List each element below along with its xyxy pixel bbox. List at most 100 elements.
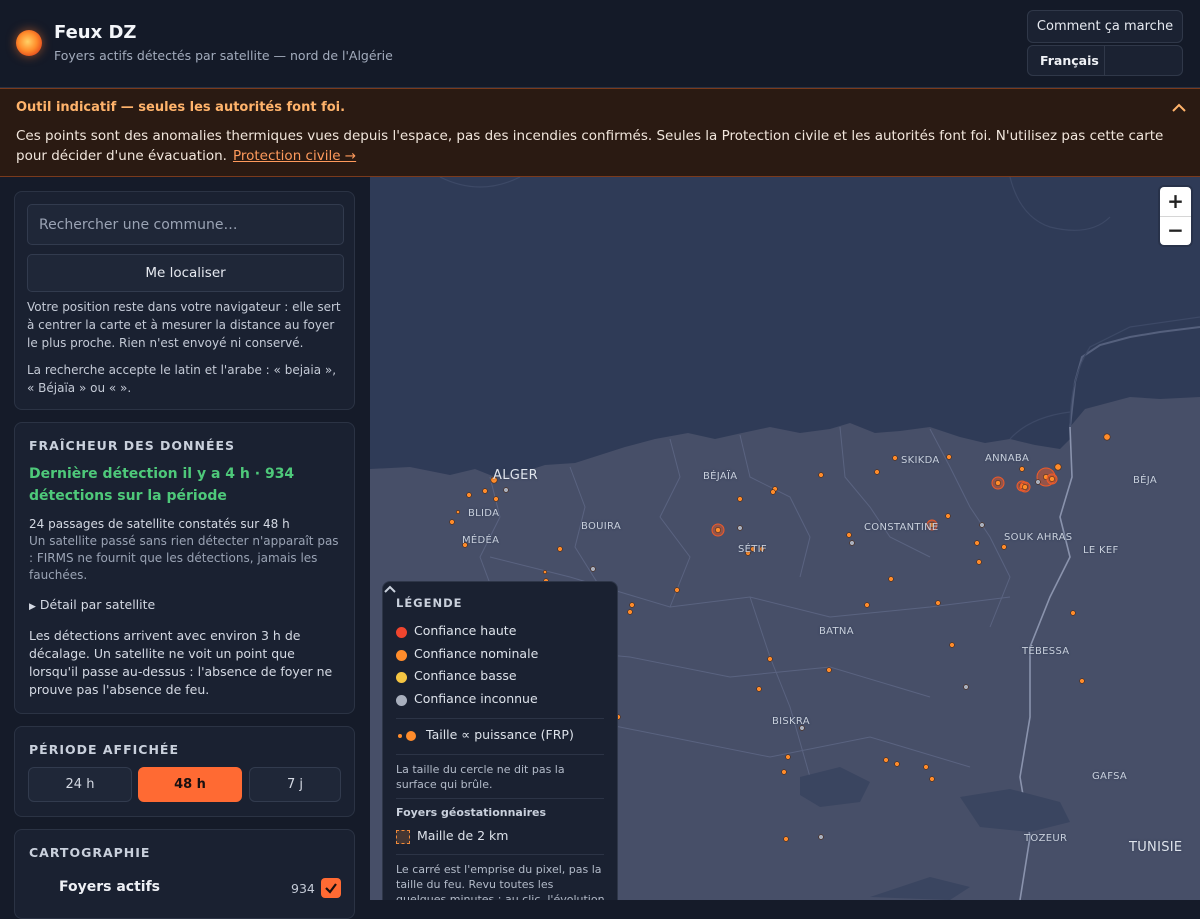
period-24h-button[interactable]: 24 h xyxy=(28,767,132,802)
unknown-confidence-dot-icon xyxy=(396,695,407,706)
app-header: Feux DZ Foyers actifs détectés par satel… xyxy=(0,0,1200,88)
civil-protection-link[interactable]: Protection civile → xyxy=(233,148,356,164)
fire-point[interactable] xyxy=(482,488,488,494)
fire-point[interactable] xyxy=(557,546,563,552)
fire-point[interactable] xyxy=(1070,610,1076,616)
language-select-label: Français xyxy=(1040,53,1099,68)
cartography-title: CARTOGRAPHIE xyxy=(29,845,151,860)
place-label-blida: BLIDA xyxy=(468,508,500,519)
legend-item-label: Confiance nominale xyxy=(414,646,539,661)
period-7d-button[interactable]: 7 j xyxy=(249,767,341,802)
fire-point[interactable] xyxy=(864,602,870,608)
place-label-le-kef: LE KEF xyxy=(1083,545,1119,556)
how-it-works-button[interactable]: Comment ça marche xyxy=(1027,10,1183,43)
place-label-beja: BÉJA xyxy=(1133,475,1157,486)
fire-point[interactable] xyxy=(874,469,880,475)
period-48h-button[interactable]: 48 h xyxy=(138,767,242,802)
high-confidence-dot-icon xyxy=(396,627,407,638)
commune-search-input[interactable] xyxy=(27,204,344,245)
fire-point[interactable] xyxy=(1019,466,1025,472)
fire-point[interactable] xyxy=(449,519,455,525)
fire-point[interactable] xyxy=(935,600,941,606)
sidebar: Me localiser Votre position reste dans v… xyxy=(0,177,370,919)
fire-point[interactable] xyxy=(590,566,596,572)
banner-title: Outil indicatif — seules les autorités f… xyxy=(16,100,346,115)
active-fires-checkbox[interactable] xyxy=(321,878,341,898)
fire-point[interactable] xyxy=(627,609,633,615)
fire-point[interactable] xyxy=(456,510,460,514)
place-label-skikda: SKIKDA xyxy=(901,455,940,466)
fire-point[interactable] xyxy=(1054,463,1062,471)
legend-divider xyxy=(396,798,604,799)
fire-point[interactable] xyxy=(785,754,791,760)
active-fires-count: 934 xyxy=(291,881,315,896)
fire-point[interactable] xyxy=(818,834,824,840)
place-label-constantine: CONSTANTINE xyxy=(864,522,939,533)
fire-point[interactable] xyxy=(894,761,900,767)
fire-point[interactable] xyxy=(818,472,824,478)
fire-point[interactable] xyxy=(781,769,787,775)
fire-point[interactable] xyxy=(493,496,499,502)
fire-point[interactable] xyxy=(929,776,935,782)
place-label-tebessa: TÉBESSA xyxy=(1022,646,1070,657)
delay-note: Les détections arrivent avec environ 3 h… xyxy=(29,628,333,697)
cartography-card: CARTOGRAPHIE Foyers actifs 934 xyxy=(14,829,355,919)
chevron-up-icon[interactable] xyxy=(1170,99,1188,117)
place-label-gafsa: GAFSA xyxy=(1092,771,1128,782)
fire-point[interactable] xyxy=(945,513,951,519)
legend-item-label: Confiance inconnue xyxy=(414,691,538,706)
language-select[interactable]: Français xyxy=(1027,45,1183,76)
fire-point[interactable] xyxy=(995,480,1001,486)
fire-point[interactable] xyxy=(767,656,773,662)
fire-point[interactable] xyxy=(923,764,929,770)
fire-point[interactable] xyxy=(888,576,894,582)
fire-point[interactable] xyxy=(1079,678,1085,684)
fire-point[interactable] xyxy=(770,489,776,495)
fire-point[interactable] xyxy=(503,487,509,493)
fire-point[interactable] xyxy=(1001,544,1007,550)
fire-point[interactable] xyxy=(783,836,789,842)
fire-point[interactable] xyxy=(826,667,832,673)
fire-point[interactable] xyxy=(963,684,969,690)
locate-me-button[interactable]: Me localiser xyxy=(27,254,344,292)
fire-point[interactable] xyxy=(974,540,980,546)
geostationary-cell-icon xyxy=(396,830,410,844)
fire-point[interactable] xyxy=(543,570,547,574)
fire-point[interactable] xyxy=(737,525,743,531)
fire-point[interactable] xyxy=(715,527,721,533)
fire-point[interactable] xyxy=(846,532,852,538)
app-subtitle: Foyers actifs détectés par satellite — n… xyxy=(54,48,393,63)
fire-point[interactable] xyxy=(1103,433,1111,441)
fire-point[interactable] xyxy=(949,642,955,648)
fire-point[interactable] xyxy=(756,686,762,692)
place-label-tunisie: TUNISIE xyxy=(1129,840,1183,855)
place-label-bouira: BOUIRA xyxy=(581,521,622,532)
privacy-note: Votre position reste dans votre navigate… xyxy=(27,300,341,350)
fire-point[interactable] xyxy=(629,602,635,608)
zoom-in-button[interactable]: + xyxy=(1160,187,1191,216)
place-label-biskra: BISKRA xyxy=(772,716,810,727)
place-label-annaba: ANNABA xyxy=(985,453,1030,464)
fire-point[interactable] xyxy=(849,540,855,546)
place-label-batna: BATNA xyxy=(819,626,854,637)
fire-point[interactable] xyxy=(892,455,898,461)
legend-divider xyxy=(396,754,604,755)
language-select-divider xyxy=(1104,46,1105,75)
freshness-title: FRAÎCHEUR DES DONNÉES xyxy=(29,438,236,453)
fire-point[interactable] xyxy=(976,559,982,565)
chevron-up-icon[interactable] xyxy=(383,582,397,596)
fire-point[interactable] xyxy=(946,454,952,460)
banner-text: Ces points sont des anomalies thermiques… xyxy=(16,126,1186,166)
fire-point[interactable] xyxy=(979,522,985,528)
fire-point[interactable] xyxy=(1022,484,1028,490)
map-view[interactable]: ALGER BLIDA MÉDÉA BÉJAÏA BOUIRA SÉTIF SK… xyxy=(370,177,1200,900)
fire-point[interactable] xyxy=(466,492,472,498)
fire-point[interactable] xyxy=(883,757,889,763)
satellite-details-toggle[interactable]: ▶ Détail par satellite xyxy=(29,597,155,612)
fire-point[interactable] xyxy=(1049,476,1055,482)
zoom-out-button[interactable]: − xyxy=(1160,216,1191,245)
fire-point[interactable] xyxy=(1035,479,1041,485)
fire-point[interactable] xyxy=(674,587,680,593)
fire-point[interactable] xyxy=(737,496,743,502)
legend-geo-title: Foyers géostationnaires xyxy=(396,806,547,819)
